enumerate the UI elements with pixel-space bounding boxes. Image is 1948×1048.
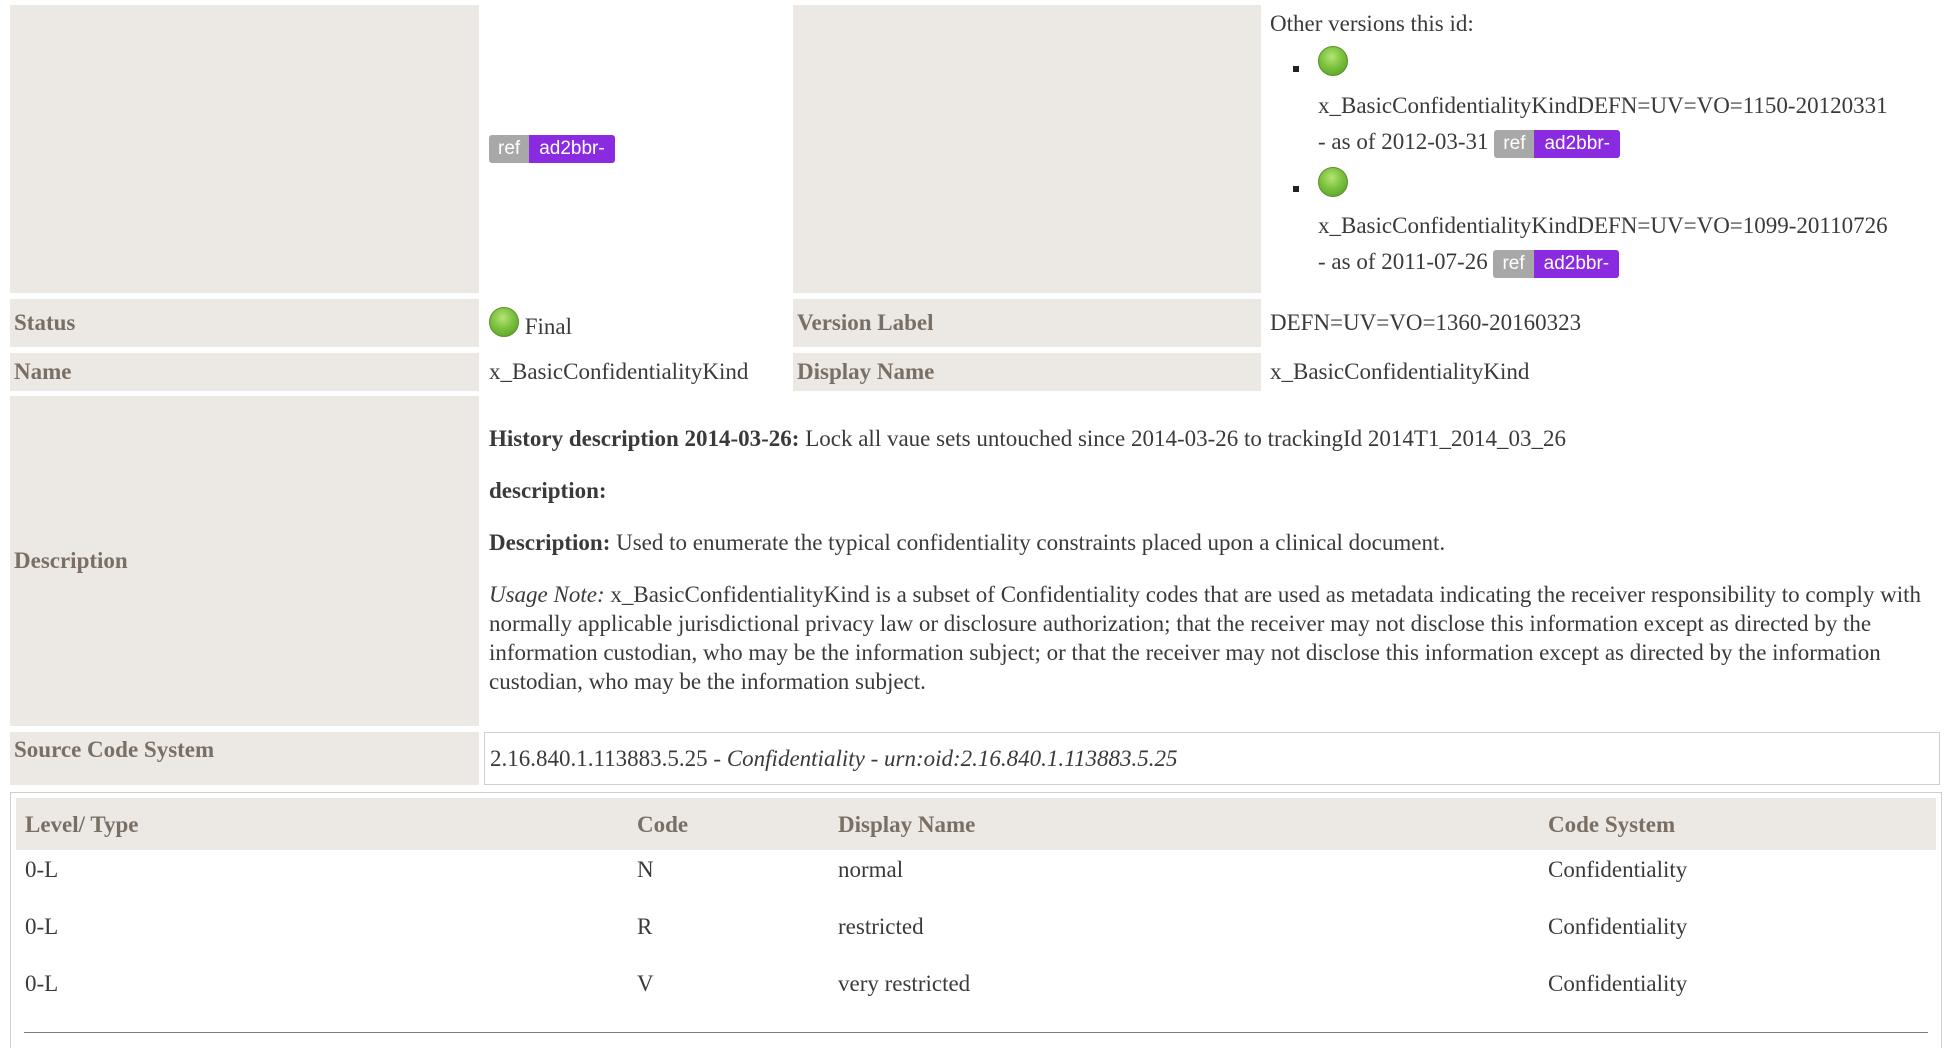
version-id[interactable]: x_BasicConfidentialityKindDEFN=UV=VO=115… <box>1318 88 1938 124</box>
cell-level: 0-L <box>25 914 59 939</box>
ref-badge-label: ref <box>489 134 530 163</box>
header-left-blank-cell <box>10 5 479 293</box>
ref-badge-label: ref <box>1493 249 1534 278</box>
version-id[interactable]: x_BasicConfidentialityKindDEFN=UV=VO=109… <box>1318 208 1938 244</box>
description-label: Description <box>10 396 479 726</box>
source-sep2: - <box>864 746 884 771</box>
other-versions-label: Other versions this id: <box>1270 11 1474 36</box>
version-item-1[interactable]: x_BasicConfidentialityKindDEFN=UV=VO=115… <box>1318 88 1938 160</box>
usage-note: Usage Note: x_BasicConfidentialityKind i… <box>489 580 1939 696</box>
cell-code: N <box>637 857 654 882</box>
code-table: Level/ Type Code Display Name Code Syste… <box>10 792 1942 1048</box>
description-text: Used to enumerate the typical confidenti… <box>610 530 1446 555</box>
ref-badge-id: ad2bbr- <box>1534 129 1620 158</box>
source-urn: urn:oid:2.16.840.1.113883.5.25 <box>884 746 1178 771</box>
display-name-value: x_BasicConfidentialityKind <box>1270 359 1530 384</box>
ref-badge[interactable]: ref ad2bbr- <box>1494 129 1620 158</box>
header-ref-cell: ref ad2bbr- <box>489 134 615 163</box>
version-as-of: - as of 2012-03-31 <box>1318 129 1489 154</box>
history-description: History description 2014-03-26: Lock all… <box>489 424 1939 453</box>
cell-system: Confidentiality <box>1548 914 1688 939</box>
description-text-para: Description: Used to enumerate the typic… <box>489 528 1939 557</box>
cell-code: R <box>637 914 653 939</box>
version-item-2[interactable]: x_BasicConfidentialityKindDEFN=UV=VO=109… <box>1318 208 1938 280</box>
description-title: Description: <box>489 530 611 555</box>
source-code-system-value: 2.16.840.1.113883.5.25 - Confidentiality… <box>484 732 1940 785</box>
code-table-header-row: Level/ Type Code Display Name Code Syste… <box>16 798 1936 850</box>
history-title: History description 2014-03-26: <box>489 426 800 451</box>
cell-code: V <box>637 971 654 996</box>
name-label: Name <box>10 353 479 391</box>
green-status-dot-icon <box>489 306 519 337</box>
display-name-label: Display Name <box>793 353 1261 391</box>
version-label-label: Version Label <box>793 299 1261 347</box>
cell-system: Confidentiality <box>1548 857 1688 882</box>
header-code-system: Code System <box>1548 812 1676 837</box>
usage-text: x_BasicConfidentialityKind is a subset o… <box>489 582 1922 694</box>
other-versions-cell: Other versions this id: <box>1270 8 1940 40</box>
version-label-value: DEFN=UV=VO=1360-20160323 <box>1270 310 1582 335</box>
description-value: History description 2014-03-26: Lock all… <box>489 424 1939 696</box>
name-value: x_BasicConfidentialityKind <box>489 359 749 384</box>
green-status-dot-icon <box>1318 167 1348 197</box>
cell-display: normal <box>838 857 904 882</box>
source-code-system-label: Source Code System <box>10 732 479 785</box>
header-display-name: Display Name <box>838 812 976 837</box>
ref-badge-id: ad2bbr- <box>1533 249 1620 278</box>
header-level-type: Level/ Type <box>25 812 139 837</box>
version-as-of: - as of 2011-07-26 <box>1318 249 1488 274</box>
cell-display: restricted <box>838 914 924 939</box>
header-middle-blank-cell <box>793 5 1261 293</box>
bullet-icon <box>1293 66 1299 72</box>
cell-display: very restricted <box>838 971 971 996</box>
source-oid: 2.16.840.1.113883.5.25 <box>490 746 708 771</box>
source-sep1: - <box>707 746 727 771</box>
cell-system: Confidentiality <box>1548 971 1688 996</box>
ref-badge-label: ref <box>1494 129 1535 158</box>
table-divider <box>24 1032 1928 1033</box>
source-name: Confidentiality <box>726 746 865 771</box>
ref-badge[interactable]: ref ad2bbr- <box>489 134 615 163</box>
status-label: Status <box>10 299 479 347</box>
status-value-cell: Final <box>489 302 572 344</box>
history-text: Lock all vaue sets untouched since 2014-… <box>799 426 1566 451</box>
desc-title: description: <box>489 478 607 503</box>
header-code: Code <box>637 812 689 837</box>
description-heading: description: <box>489 476 1939 505</box>
green-status-dot-icon <box>1318 46 1348 76</box>
cell-level: 0-L <box>25 971 59 996</box>
cell-level: 0-L <box>25 857 59 882</box>
ref-badge[interactable]: ref ad2bbr- <box>1493 249 1620 278</box>
bullet-icon <box>1293 186 1299 192</box>
usage-title: Usage Note: <box>489 582 605 607</box>
status-value: Final <box>524 314 573 339</box>
ref-badge-id: ad2bbr- <box>529 134 615 163</box>
